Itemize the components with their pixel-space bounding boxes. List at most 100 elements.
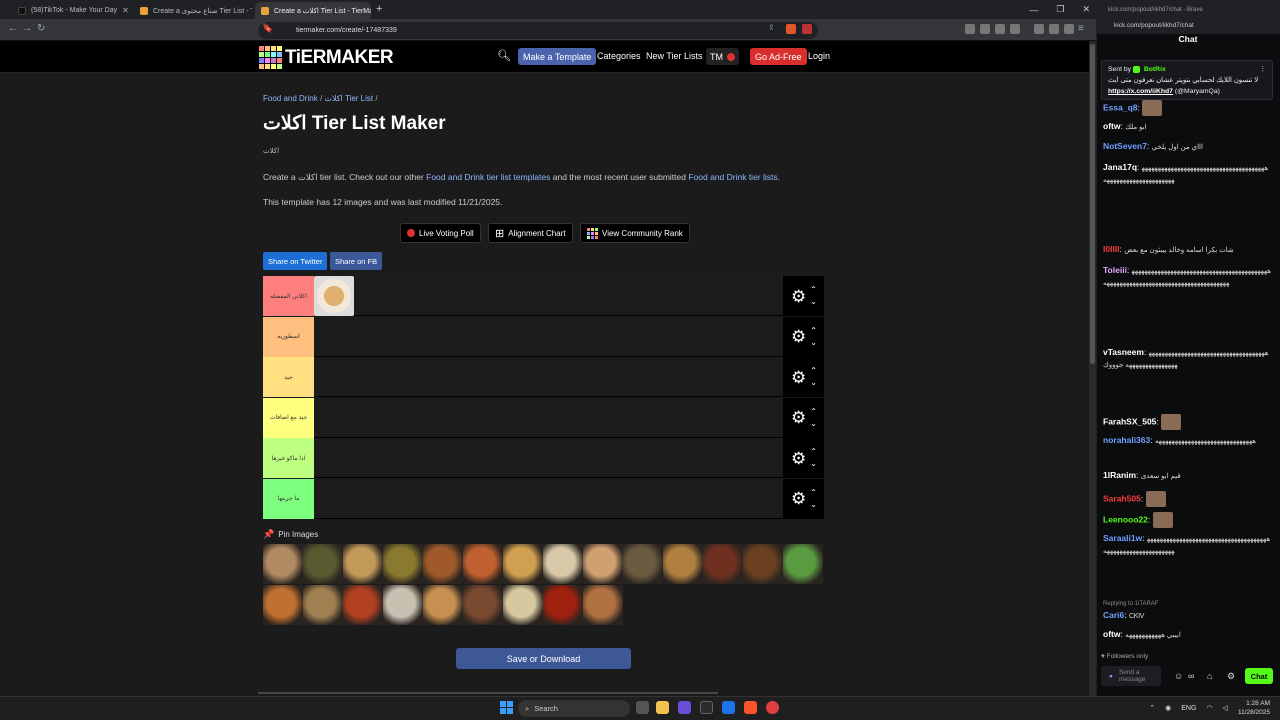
- tier-label[interactable]: اكلاتي المفضلة: [263, 276, 314, 316]
- brave-browser-icon[interactable]: [744, 701, 757, 714]
- tier-label[interactable]: جيد: [263, 357, 314, 397]
- store-icon[interactable]: ⌂: [1207, 671, 1212, 681]
- move-down-icon[interactable]: ⌄: [810, 377, 817, 389]
- tm-live-button[interactable]: TM: [706, 48, 739, 65]
- browser-tab-tiermaker-active[interactable]: Create a اكلات Tier List - TierMa... ✕: [255, 2, 371, 19]
- share-twitter-button[interactable]: Share on Twitter: [263, 252, 328, 270]
- go-ad-free-button[interactable]: Go Ad-Free: [750, 48, 807, 65]
- wifi-icon[interactable]: ◠: [1206, 704, 1212, 712]
- clock[interactable]: 1:28 AM 11/28/2025: [1238, 699, 1270, 717]
- tier-settings-gear-icon[interactable]: ⚙: [791, 450, 806, 467]
- food-image-wraps[interactable]: [263, 544, 303, 584]
- food-image-meat-stew[interactable]: [703, 544, 743, 584]
- food-image-salad[interactable]: [783, 544, 823, 584]
- browser-tab-tiermaker-1[interactable]: Create a صناع محتوى Tier List - TierM...…: [134, 2, 252, 19]
- taskbar-search[interactable]: ⌕ Search: [518, 700, 630, 717]
- move-down-icon[interactable]: ⌄: [810, 499, 817, 511]
- close-tab-icon[interactable]: ✕: [122, 6, 129, 15]
- food-image-kubba[interactable]: [423, 544, 463, 584]
- app-icon[interactable]: [722, 701, 735, 714]
- food-tierlists-link[interactable]: Food and Drink tier lists: [688, 172, 777, 182]
- tier-settings-gear-icon[interactable]: ⚙: [791, 328, 806, 345]
- food-image-wings[interactable]: [543, 584, 583, 625]
- chat-username[interactable]: NotSeven7: [1103, 141, 1147, 151]
- chat-username[interactable]: Saraali1w: [1103, 533, 1142, 543]
- maximize-button[interactable]: ❐: [1056, 4, 1064, 15]
- extension-icon[interactable]: [965, 24, 975, 34]
- move-up-icon[interactable]: ⌃: [810, 406, 817, 418]
- chat-username[interactable]: Toleiii: [1103, 265, 1127, 275]
- gift-icon[interactable]: ∞: [1188, 671, 1194, 681]
- chat-username[interactable]: Jana17q: [1103, 162, 1137, 172]
- vpn-icon[interactable]: [1064, 24, 1074, 34]
- make-template-button[interactable]: Make a Template: [518, 48, 597, 65]
- food-image-biryani[interactable]: [663, 544, 703, 584]
- emote-icon[interactable]: ☺: [1174, 671, 1183, 681]
- food-image-rolls[interactable]: [423, 584, 463, 625]
- chat-url-bar[interactable]: kick.com/popout/iikhd7/chat: [1096, 17, 1280, 34]
- mic-icon[interactable]: ●: [1109, 673, 1113, 680]
- food-image-soup[interactable]: [383, 544, 423, 584]
- file-explorer-icon[interactable]: [656, 701, 669, 714]
- chat-send-button[interactable]: Chat: [1245, 668, 1273, 684]
- forward-icon[interactable]: →: [22, 23, 32, 34]
- live-voting-button[interactable]: Live Voting Poll: [400, 223, 481, 243]
- chevron-up-icon[interactable]: ⌃: [1149, 704, 1155, 712]
- move-up-icon[interactable]: ⌃: [810, 446, 817, 458]
- move-down-icon[interactable]: ⌄: [810, 458, 817, 470]
- minimize-button[interactable]: —: [1029, 5, 1038, 15]
- food-image-spaghetti[interactable]: [503, 584, 543, 625]
- extension-icon[interactable]: [980, 24, 990, 34]
- login-link[interactable]: Login: [808, 51, 830, 61]
- page-scrollbar-thumb[interactable]: [1090, 44, 1095, 364]
- wallet-icon[interactable]: [1049, 24, 1059, 34]
- sidebar-icon[interactable]: [1034, 24, 1044, 34]
- tier-label[interactable]: اذا ماكو غيرها: [263, 438, 314, 478]
- url-bar[interactable]: tiermaker.com/create/-17487339: [258, 22, 818, 39]
- new-tier-lists-link[interactable]: New Tier Lists: [646, 51, 703, 61]
- tier-settings-gear-icon[interactable]: ⚙: [791, 369, 806, 386]
- chat-message-input[interactable]: ● Send a message: [1101, 666, 1161, 686]
- settings-gear-icon[interactable]: ⚙: [1227, 671, 1235, 682]
- food-image-fries[interactable]: [314, 276, 354, 316]
- food-image-fries[interactable]: [583, 544, 623, 584]
- app-icon[interactable]: [700, 701, 713, 714]
- move-up-icon[interactable]: ⌃: [810, 487, 817, 499]
- tier-settings-gear-icon[interactable]: ⚙: [791, 490, 806, 507]
- discord-icon[interactable]: [678, 701, 691, 714]
- food-image-burger2[interactable]: [583, 584, 623, 625]
- menu-icon[interactable]: ≡: [1078, 23, 1084, 34]
- task-view-icon[interactable]: [636, 701, 649, 714]
- chrome-icon[interactable]: [766, 701, 779, 714]
- food-image-rice-plate[interactable]: [343, 544, 383, 584]
- food-image-dolma[interactable]: [303, 544, 343, 584]
- extension-icon[interactable]: [1010, 24, 1020, 34]
- brave-rewards-icon[interactable]: [802, 24, 812, 34]
- move-up-icon[interactable]: ⌃: [810, 325, 817, 337]
- move-up-icon[interactable]: ⌃: [810, 284, 817, 296]
- reload-icon[interactable]: ↻: [37, 23, 45, 34]
- language-indicator[interactable]: ENG: [1181, 705, 1196, 712]
- share-fb-button[interactable]: Share on FB: [330, 252, 383, 270]
- tier-label[interactable]: اسطوريه: [263, 316, 314, 357]
- volume-icon[interactable]: ◁: [1223, 704, 1228, 712]
- extension-icon[interactable]: [995, 24, 1005, 34]
- move-down-icon[interactable]: ⌄: [810, 418, 817, 430]
- close-window-button[interactable]: ✕: [1082, 4, 1090, 15]
- breadcrumb-category-link[interactable]: Food and Drink: [263, 94, 318, 103]
- bot-username[interactable]: BotRix: [1144, 66, 1166, 73]
- chat-username[interactable]: 1lRanim: [1103, 470, 1136, 480]
- move-down-icon[interactable]: ⌄: [810, 296, 817, 308]
- brave-shield-icon[interactable]: [786, 24, 796, 34]
- back-icon[interactable]: ←: [8, 23, 18, 34]
- tiermaker-logo[interactable]: TiERMAKER: [259, 46, 394, 69]
- chat-username[interactable]: Leenooo22: [1103, 514, 1148, 524]
- pin-images-toggle[interactable]: 📌 Pin Images: [263, 529, 318, 540]
- chat-username[interactable]: Sarah505: [1103, 493, 1141, 503]
- tier-settings-gear-icon[interactable]: ⚙: [791, 288, 806, 305]
- community-rank-button[interactable]: View Community Rank: [580, 223, 690, 243]
- chat-username[interactable]: oftw: [1103, 629, 1120, 639]
- new-tab-button[interactable]: +: [376, 3, 382, 15]
- food-image-lasagna[interactable]: [263, 584, 303, 625]
- food-image-burger[interactable]: [463, 544, 503, 584]
